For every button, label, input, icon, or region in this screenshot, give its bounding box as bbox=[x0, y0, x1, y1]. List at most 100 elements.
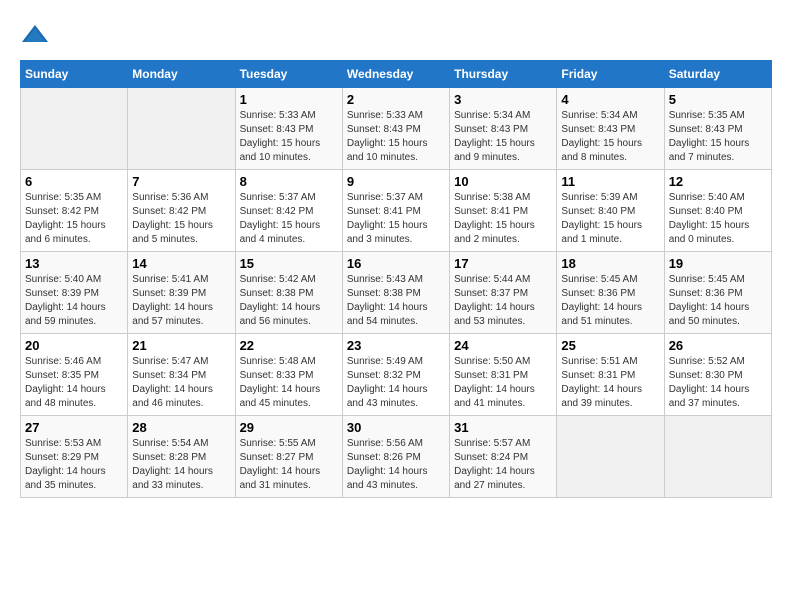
day-info: Sunrise: 5:35 AMSunset: 8:42 PMDaylight:… bbox=[25, 191, 123, 247]
calendar-cell: 18 Sunrise: 5:45 AMSunset: 8:36 PMDayligh… bbox=[557, 252, 664, 334]
logo-icon bbox=[20, 20, 50, 50]
day-info: Sunrise: 5:51 AMSunset: 8:31 PMDaylight:… bbox=[561, 355, 659, 411]
calendar-week-row: 1 Sunrise: 5:33 AMSunset: 8:43 PMDaylight… bbox=[21, 88, 772, 170]
day-info: Sunrise: 5:38 AMSunset: 8:41 PMDaylight:… bbox=[454, 191, 552, 247]
calendar-cell bbox=[557, 416, 664, 498]
calendar-cell: 10 Sunrise: 5:38 AMSunset: 8:41 PMDayligh… bbox=[450, 170, 557, 252]
calendar-cell: 23 Sunrise: 5:49 AMSunset: 8:32 PMDayligh… bbox=[342, 334, 449, 416]
calendar-cell: 21 Sunrise: 5:47 AMSunset: 8:34 PMDayligh… bbox=[128, 334, 235, 416]
calendar-week-row: 27 Sunrise: 5:53 AMSunset: 8:29 PMDayligh… bbox=[21, 416, 772, 498]
day-info: Sunrise: 5:34 AMSunset: 8:43 PMDaylight:… bbox=[454, 109, 552, 165]
day-number: 26 bbox=[669, 338, 767, 353]
day-number: 19 bbox=[669, 256, 767, 271]
day-number: 11 bbox=[561, 174, 659, 189]
calendar-cell: 5 Sunrise: 5:35 AMSunset: 8:43 PMDaylight… bbox=[664, 88, 771, 170]
day-info: Sunrise: 5:42 AMSunset: 8:38 PMDaylight:… bbox=[240, 273, 338, 329]
day-info: Sunrise: 5:36 AMSunset: 8:42 PMDaylight:… bbox=[132, 191, 230, 247]
column-header-thursday: Thursday bbox=[450, 61, 557, 88]
calendar-week-row: 20 Sunrise: 5:46 AMSunset: 8:35 PMDayligh… bbox=[21, 334, 772, 416]
calendar-cell: 26 Sunrise: 5:52 AMSunset: 8:30 PMDayligh… bbox=[664, 334, 771, 416]
day-info: Sunrise: 5:39 AMSunset: 8:40 PMDaylight:… bbox=[561, 191, 659, 247]
day-number: 24 bbox=[454, 338, 552, 353]
day-info: Sunrise: 5:45 AMSunset: 8:36 PMDaylight:… bbox=[561, 273, 659, 329]
day-info: Sunrise: 5:48 AMSunset: 8:33 PMDaylight:… bbox=[240, 355, 338, 411]
day-number: 29 bbox=[240, 420, 338, 435]
day-number: 28 bbox=[132, 420, 230, 435]
day-number: 27 bbox=[25, 420, 123, 435]
calendar-cell: 17Sunrise: 5:44 AMSunset: 8:37 PMDayligh… bbox=[450, 252, 557, 334]
day-info: Sunrise: 5:56 AMSunset: 8:26 PMDaylight:… bbox=[347, 437, 445, 493]
day-info: Sunrise: 5:33 AMSunset: 8:43 PMDaylight:… bbox=[347, 109, 445, 165]
day-number: 17 bbox=[454, 256, 552, 271]
day-info: Sunrise: 5:43 AMSunset: 8:38 PMDaylight:… bbox=[347, 273, 445, 329]
day-number: 2 bbox=[347, 92, 445, 107]
day-number: 18 bbox=[561, 256, 659, 271]
column-header-saturday: Saturday bbox=[664, 61, 771, 88]
column-header-monday: Monday bbox=[128, 61, 235, 88]
day-number: 8 bbox=[240, 174, 338, 189]
calendar-cell: 2 Sunrise: 5:33 AMSunset: 8:43 PMDaylight… bbox=[342, 88, 449, 170]
day-info: Sunrise: 5:50 AMSunset: 8:31 PMDaylight:… bbox=[454, 355, 552, 411]
calendar-cell: 14 Sunrise: 5:41 AMSunset: 8:39 PMDayligh… bbox=[128, 252, 235, 334]
day-number: 6 bbox=[25, 174, 123, 189]
day-number: 15 bbox=[240, 256, 338, 271]
column-header-friday: Friday bbox=[557, 61, 664, 88]
column-header-wednesday: Wednesday bbox=[342, 61, 449, 88]
day-info: Sunrise: 5:35 AMSunset: 8:43 PMDaylight:… bbox=[669, 109, 767, 165]
day-number: 21 bbox=[132, 338, 230, 353]
day-number: 9 bbox=[347, 174, 445, 189]
day-info: Sunrise: 5:45 AMSunset: 8:36 PMDaylight:… bbox=[669, 273, 767, 329]
day-info: Sunrise: 5:46 AMSunset: 8:35 PMDaylight:… bbox=[25, 355, 123, 411]
calendar-cell bbox=[21, 88, 128, 170]
calendar-cell: 4 Sunrise: 5:34 AMSunset: 8:43 PMDaylight… bbox=[557, 88, 664, 170]
day-info: Sunrise: 5:53 AMSunset: 8:29 PMDaylight:… bbox=[25, 437, 123, 493]
calendar-cell: 9 Sunrise: 5:37 AMSunset: 8:41 PMDaylight… bbox=[342, 170, 449, 252]
calendar-cell: 27 Sunrise: 5:53 AMSunset: 8:29 PMDayligh… bbox=[21, 416, 128, 498]
calendar-cell bbox=[664, 416, 771, 498]
calendar-week-row: 13Sunrise: 5:40 AMSunset: 8:39 PMDayligh… bbox=[21, 252, 772, 334]
calendar-cell: 1 Sunrise: 5:33 AMSunset: 8:43 PMDaylight… bbox=[235, 88, 342, 170]
day-number: 1 bbox=[240, 92, 338, 107]
calendar-cell: 20 Sunrise: 5:46 AMSunset: 8:35 PMDayligh… bbox=[21, 334, 128, 416]
day-number: 22 bbox=[240, 338, 338, 353]
calendar-header-row: SundayMondayTuesdayWednesdayThursdayFrid… bbox=[21, 61, 772, 88]
day-number: 10 bbox=[454, 174, 552, 189]
day-number: 4 bbox=[561, 92, 659, 107]
day-info: Sunrise: 5:40 AMSunset: 8:40 PMDaylight:… bbox=[669, 191, 767, 247]
day-info: Sunrise: 5:37 AMSunset: 8:42 PMDaylight:… bbox=[240, 191, 338, 247]
calendar-week-row: 6 Sunrise: 5:35 AMSunset: 8:42 PMDaylight… bbox=[21, 170, 772, 252]
column-header-tuesday: Tuesday bbox=[235, 61, 342, 88]
day-info: Sunrise: 5:52 AMSunset: 8:30 PMDaylight:… bbox=[669, 355, 767, 411]
day-number: 3 bbox=[454, 92, 552, 107]
day-info: Sunrise: 5:54 AMSunset: 8:28 PMDaylight:… bbox=[132, 437, 230, 493]
calendar-cell: 16 Sunrise: 5:43 AMSunset: 8:38 PMDayligh… bbox=[342, 252, 449, 334]
day-number: 30 bbox=[347, 420, 445, 435]
calendar-cell: 31 Sunrise: 5:57 AMSunset: 8:24 PMDayligh… bbox=[450, 416, 557, 498]
page-header bbox=[20, 20, 772, 50]
day-number: 20 bbox=[25, 338, 123, 353]
day-info: Sunrise: 5:49 AMSunset: 8:32 PMDaylight:… bbox=[347, 355, 445, 411]
day-number: 31 bbox=[454, 420, 552, 435]
calendar-cell: 15 Sunrise: 5:42 AMSunset: 8:38 PMDayligh… bbox=[235, 252, 342, 334]
day-info: Sunrise: 5:47 AMSunset: 8:34 PMDaylight:… bbox=[132, 355, 230, 411]
calendar-cell: 19 Sunrise: 5:45 AMSunset: 8:36 PMDayligh… bbox=[664, 252, 771, 334]
calendar-cell: 24 Sunrise: 5:50 AMSunset: 8:31 PMDayligh… bbox=[450, 334, 557, 416]
column-header-sunday: Sunday bbox=[21, 61, 128, 88]
day-number: 16 bbox=[347, 256, 445, 271]
logo bbox=[20, 20, 52, 50]
day-info: Sunrise: 5:34 AMSunset: 8:43 PMDaylight:… bbox=[561, 109, 659, 165]
day-number: 23 bbox=[347, 338, 445, 353]
calendar-cell: 11 Sunrise: 5:39 AMSunset: 8:40 PMDayligh… bbox=[557, 170, 664, 252]
day-info: Sunrise: 5:37 AMSunset: 8:41 PMDaylight:… bbox=[347, 191, 445, 247]
day-info: Sunrise: 5:55 AMSunset: 8:27 PMDaylight:… bbox=[240, 437, 338, 493]
day-info: Sunrise: 5:41 AMSunset: 8:39 PMDaylight:… bbox=[132, 273, 230, 329]
day-number: 5 bbox=[669, 92, 767, 107]
day-number: 14 bbox=[132, 256, 230, 271]
day-number: 13 bbox=[25, 256, 123, 271]
calendar-cell bbox=[128, 88, 235, 170]
calendar-cell: 8 Sunrise: 5:37 AMSunset: 8:42 PMDaylight… bbox=[235, 170, 342, 252]
calendar-table: SundayMondayTuesdayWednesdayThursdayFrid… bbox=[20, 60, 772, 498]
day-info: Sunrise: 5:57 AMSunset: 8:24 PMDaylight:… bbox=[454, 437, 552, 493]
calendar-cell: 22 Sunrise: 5:48 AMSunset: 8:33 PMDayligh… bbox=[235, 334, 342, 416]
day-info: Sunrise: 5:33 AMSunset: 8:43 PMDaylight:… bbox=[240, 109, 338, 165]
